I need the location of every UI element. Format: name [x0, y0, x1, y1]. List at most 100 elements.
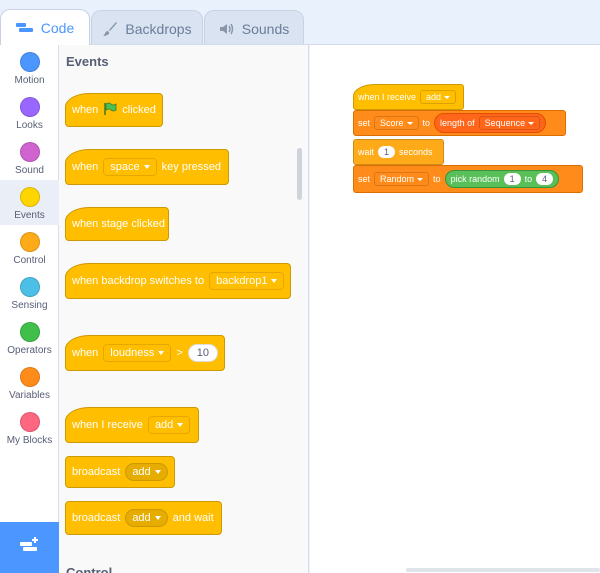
block-text: set — [358, 174, 371, 184]
when-sensor-greater-block[interactable]: when loudness > 10 — [65, 335, 225, 371]
block-text: when — [72, 161, 99, 173]
backdrop-dropdown[interactable]: backdrop1 — [209, 272, 285, 290]
key-dropdown-value: space — [110, 161, 140, 173]
variable-dropdown[interactable]: Random — [374, 172, 430, 186]
add-extension-button[interactable] — [0, 522, 59, 573]
block-text: > — [176, 347, 183, 359]
variable-dropdown-value: Score — [380, 118, 404, 128]
block-text: when — [72, 104, 99, 116]
key-dropdown[interactable]: space — [103, 158, 157, 176]
category-label: Variables — [9, 390, 50, 401]
when-stage-clicked-block[interactable]: when stage clicked — [65, 207, 169, 241]
category-my-blocks[interactable]: My Blocks — [0, 405, 59, 450]
random-to-input[interactable]: 4 — [536, 173, 554, 185]
block-text: when stage clicked — [72, 218, 165, 230]
script-area-scrollbar[interactable] — [406, 568, 600, 572]
broadcast-and-wait-block[interactable]: broadcast add and wait — [65, 501, 222, 535]
message-dropdown-value: add — [132, 466, 151, 478]
category-dot-icon — [19, 277, 40, 297]
category-dot-icon — [19, 187, 40, 207]
sensor-dropdown[interactable]: loudness — [103, 344, 172, 362]
when-backdrop-switches-block[interactable]: when backdrop switches to backdrop1 — [65, 263, 291, 299]
category-dot-icon — [19, 367, 40, 387]
message-dropdown-value: add — [426, 92, 442, 102]
category-looks[interactable]: Looks — [0, 90, 59, 135]
when-i-receive-block[interactable]: when I receive add — [65, 407, 199, 443]
category-label: Looks — [16, 120, 43, 131]
category-operators[interactable]: Operators — [0, 315, 59, 360]
when-key-pressed-block[interactable]: when space key pressed — [65, 149, 229, 185]
message-dropdown[interactable]: add — [147, 416, 191, 434]
variable-dropdown-value: Random — [380, 174, 415, 184]
category-dot-icon — [19, 52, 40, 72]
chevron-down-icon — [143, 165, 150, 169]
variable-dropdown[interactable]: Score — [374, 116, 419, 130]
category-variables[interactable]: Variables — [0, 360, 59, 405]
category-sound[interactable]: Sound — [0, 135, 59, 180]
chevron-down-icon — [154, 470, 161, 474]
block-text: when I receive — [358, 92, 417, 102]
chevron-down-icon — [528, 121, 535, 125]
block-text: seconds — [399, 147, 433, 157]
chevron-down-icon — [154, 516, 161, 520]
paintbrush-icon — [102, 21, 118, 37]
category-label: Sensing — [11, 300, 48, 311]
list-dropdown-value: Sequence — [484, 118, 526, 128]
green-flag-icon — [103, 102, 117, 119]
message-dropdown[interactable]: add — [125, 509, 168, 527]
message-dropdown[interactable]: add — [420, 90, 457, 104]
block-text: broadcast — [72, 466, 121, 478]
category-events[interactable]: Events — [0, 180, 59, 225]
code-icon — [15, 22, 34, 34]
tab-code-label: Code — [40, 19, 75, 36]
script-wait-block[interactable]: wait 1 seconds — [353, 139, 444, 165]
pick-random-reporter[interactable]: pick random 1 to 4 — [444, 170, 560, 188]
block-text: clicked — [122, 104, 156, 116]
category-dot-icon — [19, 97, 40, 117]
backdrop-dropdown-value: backdrop1 — [216, 275, 268, 287]
tab-code[interactable]: Code — [0, 9, 90, 45]
block-text: broadcast — [72, 512, 121, 524]
block-text: pick random — [450, 174, 500, 184]
tab-sounds[interactable]: Sounds — [204, 10, 304, 46]
speaker-icon — [219, 22, 235, 36]
script-set-variable-block[interactable]: set Random to pick random 1 to 4 — [353, 165, 583, 193]
length-of-list-reporter[interactable]: length of Sequence — [434, 113, 547, 133]
category-control[interactable]: Control — [0, 225, 59, 270]
random-from-input[interactable]: 1 — [503, 173, 521, 185]
code-editor: Motion Looks Sound Events Control Sensin… — [0, 44, 600, 573]
category-dot-icon — [19, 142, 40, 162]
block-text: when backdrop switches to — [72, 275, 205, 287]
script-when-i-receive-block[interactable]: when I receive add — [353, 84, 464, 110]
tab-sounds-label: Sounds — [241, 20, 290, 37]
broadcast-block[interactable]: broadcast add — [65, 456, 175, 488]
category-label: Motion — [14, 75, 45, 86]
category-dot-icon — [19, 232, 40, 252]
category-motion[interactable]: Motion — [0, 45, 59, 90]
category-sensing[interactable]: Sensing — [0, 270, 59, 315]
block-text: and wait — [172, 512, 214, 524]
threshold-input[interactable]: 10 — [187, 344, 219, 362]
palette-scrollbar[interactable] — [297, 148, 302, 200]
tab-backdrops-label: Backdrops — [125, 20, 192, 37]
block-text: set — [358, 118, 371, 128]
palette-section-title: Events — [66, 54, 109, 69]
message-dropdown-value: add — [132, 512, 151, 524]
script-area[interactable]: when I receive add set Score to length o… — [310, 45, 600, 573]
chevron-down-icon — [177, 423, 184, 427]
block-text: to — [433, 174, 441, 184]
message-dropdown-value: add — [154, 419, 174, 431]
category-menu: Motion Looks Sound Events Control Sensin… — [0, 45, 59, 522]
block-text: to — [524, 174, 533, 184]
script-set-variable-block[interactable]: set Score to length of Sequence — [353, 110, 566, 136]
message-dropdown[interactable]: add — [125, 463, 168, 481]
block-text: length of — [440, 118, 475, 128]
block-text: when I receive — [72, 419, 143, 431]
category-label: Events — [14, 210, 45, 221]
wait-seconds-input[interactable]: 1 — [378, 146, 396, 158]
when-flag-clicked-block[interactable]: when clicked — [65, 93, 163, 127]
tab-backdrops[interactable]: Backdrops — [91, 10, 203, 46]
chevron-down-icon — [417, 177, 424, 181]
list-dropdown[interactable]: Sequence — [478, 116, 541, 130]
block-palette: Events when clicked when space key press… — [59, 45, 309, 573]
